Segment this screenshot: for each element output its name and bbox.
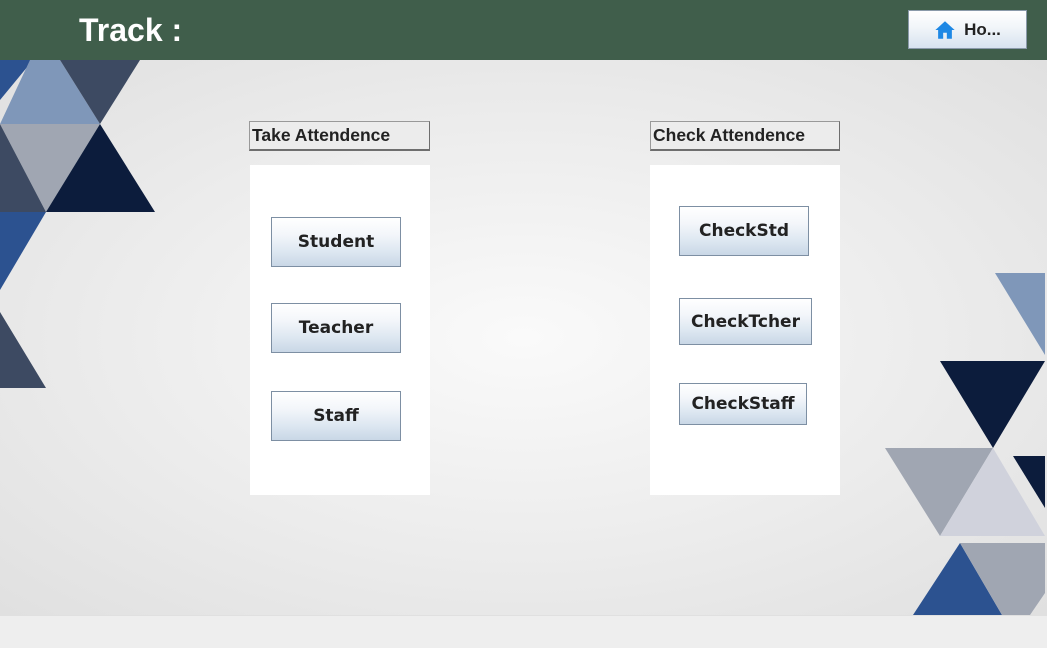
home-button-label: Ho... bbox=[964, 19, 1001, 39]
teacher-button[interactable]: Teacher bbox=[271, 303, 401, 353]
take-attendance-heading: Take Attendence bbox=[249, 121, 430, 151]
staff-button[interactable]: Staff bbox=[271, 391, 401, 441]
status-bar bbox=[0, 615, 1047, 648]
check-student-button[interactable]: CheckStd bbox=[679, 206, 809, 256]
check-staff-button[interactable]: CheckStaff bbox=[679, 383, 807, 425]
content-background bbox=[0, 60, 1047, 615]
student-button[interactable]: Student bbox=[271, 217, 401, 267]
attendance-tracker-window: Track : Ho... Take Attendence Student Te… bbox=[0, 0, 1047, 648]
page-title: Track : bbox=[79, 12, 183, 48]
left-triangle-decoration bbox=[0, 60, 155, 388]
check-teacher-button[interactable]: CheckTcher bbox=[679, 298, 812, 345]
home-button[interactable]: Ho... bbox=[908, 10, 1027, 49]
check-attendance-heading: Check Attendence bbox=[650, 121, 840, 151]
right-triangle-decoration bbox=[885, 273, 1045, 615]
title-bar: Track : Ho... bbox=[0, 0, 1047, 60]
home-icon bbox=[935, 20, 955, 39]
